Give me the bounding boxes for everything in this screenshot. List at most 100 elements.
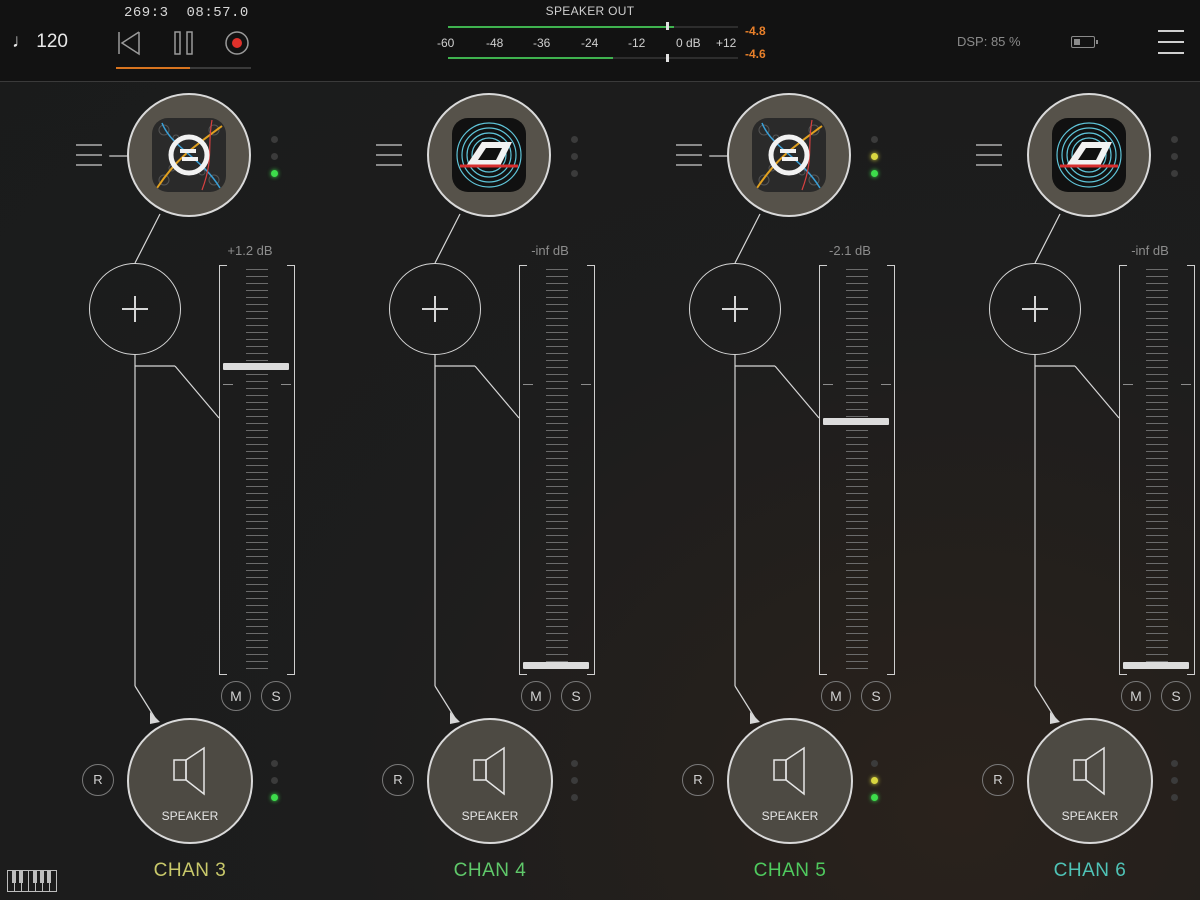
gain-readout: +1.2 dB: [227, 243, 273, 258]
mute-button[interactable]: M: [521, 681, 551, 711]
mute-button[interactable]: M: [1121, 681, 1151, 711]
add-effect-button[interactable]: [389, 263, 481, 355]
status-led: [1171, 794, 1178, 801]
status-led: [271, 170, 278, 177]
channel-name[interactable]: CHAN 6: [990, 860, 1190, 882]
volume-fader[interactable]: [1119, 265, 1195, 675]
meter-scale-label: -36: [533, 36, 551, 50]
fader-handle[interactable]: [223, 363, 289, 371]
meter-scale-label: +12: [716, 36, 737, 50]
output-label: SPEAKER: [461, 809, 519, 823]
record-arm-button[interactable]: R: [82, 764, 114, 796]
song-position: 269:3: [124, 5, 169, 21]
status-led: [871, 153, 878, 160]
mute-button[interactable]: M: [821, 681, 851, 711]
status-led: [571, 794, 578, 801]
status-led: [571, 170, 578, 177]
fader-scale: [246, 269, 268, 669]
add-effect-button[interactable]: [89, 263, 181, 355]
speaker-icon: [1073, 746, 1105, 796]
output-label: SPEAKER: [761, 809, 819, 823]
record-button[interactable]: [224, 30, 250, 56]
instrument-slot[interactable]: [727, 93, 851, 217]
meter-level-right: [448, 57, 614, 59]
keyboard-icon[interactable]: [7, 870, 57, 892]
fader-scale: [546, 269, 568, 669]
instrument-slot[interactable]: [127, 93, 251, 217]
solo-button[interactable]: S: [261, 681, 291, 711]
tempo-display[interactable]: ♩ 120: [12, 31, 68, 53]
channel-name[interactable]: CHAN 4: [390, 860, 590, 882]
channel-name[interactable]: CHAN 5: [690, 860, 890, 882]
status-led: [271, 794, 278, 801]
status-led: [871, 794, 878, 801]
status-led: [571, 153, 578, 160]
record-arm-button[interactable]: R: [682, 764, 714, 796]
fader-handle[interactable]: [823, 418, 889, 426]
instrument-slot[interactable]: [427, 93, 551, 217]
status-led: [571, 760, 578, 767]
meter-scale-label: -12: [628, 36, 646, 50]
main-menu-button[interactable]: [1158, 30, 1184, 56]
record-arm-button[interactable]: R: [982, 764, 1014, 796]
timecode: 269:3 08:57.0: [124, 5, 267, 21]
mute-button[interactable]: M: [221, 681, 251, 711]
channel-strip: -inf dB M S R SPEAKER CHAN 6: [900, 82, 1200, 900]
status-led: [871, 760, 878, 767]
channel-menu-button[interactable]: [76, 144, 135, 170]
meter-title: SPEAKER OUT: [545, 4, 635, 18]
status-led: [1171, 777, 1178, 784]
fader-scale: [1146, 269, 1168, 669]
add-effect-button[interactable]: [989, 263, 1081, 355]
status-led: [571, 777, 578, 784]
output-meter-right: [448, 57, 738, 59]
pause-button[interactable]: [171, 30, 197, 56]
channel-strip: -2.1 dB M S R SPEAKER CHAN 5: [600, 82, 900, 900]
battery-icon: [1071, 36, 1098, 48]
song-progress-fill: [116, 67, 191, 69]
channel-menu-button[interactable]: [676, 144, 735, 170]
fader-handle[interactable]: [523, 662, 589, 669]
meter-zero-marker: [666, 22, 669, 30]
status-led: [271, 153, 278, 160]
meter-zero-marker: [666, 54, 669, 62]
channel-name[interactable]: CHAN 3: [90, 860, 290, 882]
gain-readout: -2.1 dB: [829, 243, 871, 258]
output-slot[interactable]: SPEAKER: [1027, 718, 1153, 844]
status-led: [271, 760, 278, 767]
status-led: [871, 777, 878, 784]
output-slot[interactable]: SPEAKER: [127, 718, 253, 844]
meter-scale-label: -24: [581, 36, 599, 50]
volume-fader[interactable]: [519, 265, 595, 675]
fader-handle[interactable]: [1123, 662, 1189, 669]
song-progress-bar[interactable]: [116, 67, 251, 69]
volume-fader[interactable]: [219, 265, 295, 675]
channel-menu-button[interactable]: [376, 144, 418, 170]
peak-readout-right: -4.6: [745, 47, 766, 61]
solo-button[interactable]: S: [561, 681, 591, 711]
ruismaker-icon: [452, 118, 526, 192]
solo-button[interactable]: S: [861, 681, 891, 711]
speaker-icon: [773, 746, 805, 796]
channel-strip: -inf dB M S R SPEAKER CHAN 4: [300, 82, 600, 900]
rewind-button[interactable]: [116, 30, 142, 56]
ruismaker-icon: [1052, 118, 1126, 192]
top-bar: ♩ 120 269:3 08:57.0 SPEAKER OUT -60 -48 -…: [0, 0, 1200, 82]
add-effect-button[interactable]: [689, 263, 781, 355]
output-slot[interactable]: SPEAKER: [727, 718, 853, 844]
output-label: SPEAKER: [161, 809, 219, 823]
status-led: [1171, 760, 1178, 767]
output-slot[interactable]: SPEAKER: [427, 718, 553, 844]
instrument-slot[interactable]: [1027, 93, 1151, 217]
status-led: [571, 136, 578, 143]
peak-readout-left: -4.8: [745, 24, 766, 38]
status-led: [1171, 153, 1178, 160]
status-led: [1171, 136, 1178, 143]
fader-scale: [846, 269, 868, 669]
meter-scale-label: -48: [486, 36, 504, 50]
record-arm-button[interactable]: R: [382, 764, 414, 796]
speaker-icon: [173, 746, 205, 796]
solo-button[interactable]: S: [1161, 681, 1191, 711]
channel-menu-button[interactable]: [976, 144, 1018, 170]
volume-fader[interactable]: [819, 265, 895, 675]
